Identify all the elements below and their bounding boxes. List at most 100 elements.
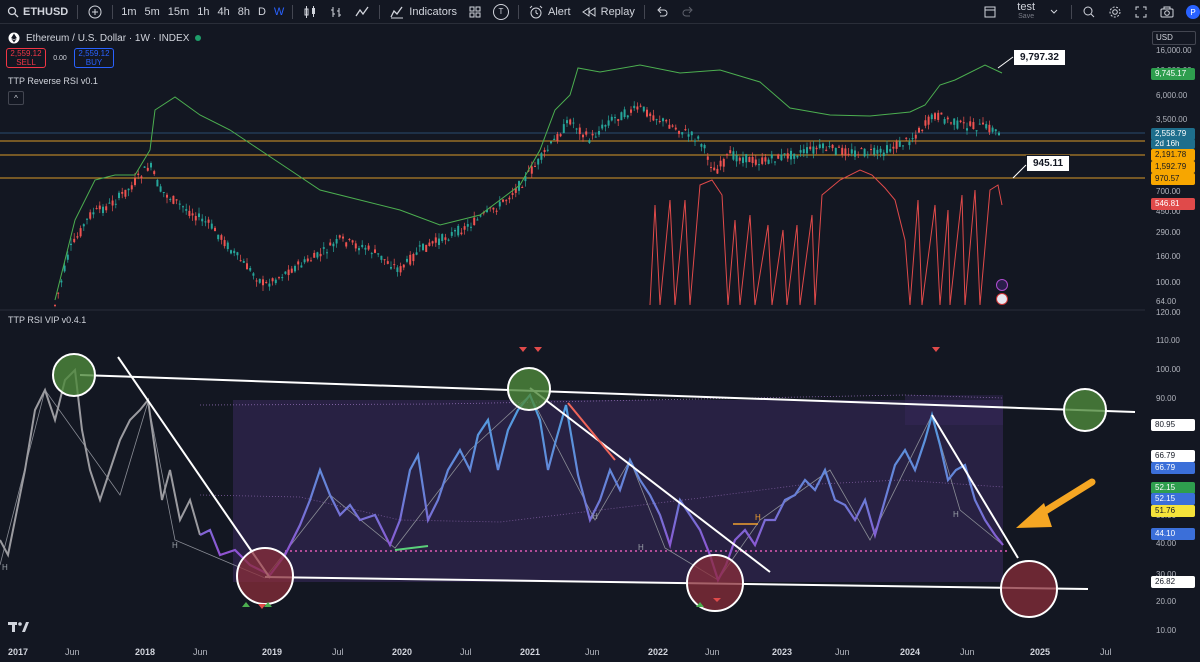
candle-body (681, 132, 684, 135)
sell-signal-marker (534, 347, 542, 352)
time-tick-label: Jun (960, 647, 975, 657)
candle-body (767, 159, 770, 164)
candle-body (889, 149, 892, 152)
candle-body (649, 113, 652, 117)
candle-body (230, 250, 232, 254)
candle-body (806, 147, 808, 154)
candle-body (399, 266, 402, 273)
candle-body (665, 120, 668, 122)
candle-body (300, 265, 303, 268)
candle-body (601, 124, 604, 129)
candle-body (780, 154, 783, 161)
candle-body (553, 138, 556, 141)
candle-body (655, 119, 658, 121)
time-tick-label: 2017 (8, 647, 29, 657)
candle-body (124, 189, 127, 197)
candle-body (236, 252, 239, 256)
candle-body (415, 252, 418, 255)
candle-body (719, 160, 722, 167)
time-tick-label: 2019 (262, 647, 283, 657)
candle-body (217, 234, 220, 240)
candle-body (383, 259, 386, 261)
candle-body (818, 144, 821, 149)
candle-body (511, 193, 514, 195)
candle-body (668, 124, 671, 129)
candle-body (966, 128, 968, 131)
candle-body (185, 209, 188, 211)
candle-body (918, 127, 920, 133)
candle-body (658, 121, 661, 123)
candle-body (265, 282, 268, 284)
candle-body (786, 153, 789, 159)
candlestick-series (54, 101, 1000, 308)
bar-countdown-label: 2d 16h (1151, 139, 1195, 149)
candle-body (614, 117, 616, 119)
candle-body (982, 122, 984, 125)
candle-body (972, 122, 975, 130)
candle-body (988, 124, 991, 133)
rsi-tick-label: 20.00 (1156, 597, 1177, 606)
candle-body (678, 130, 680, 134)
candle-body (156, 179, 159, 187)
time-tick-label: 2018 (135, 647, 156, 657)
candle-body (764, 157, 767, 162)
candle-body (790, 150, 792, 160)
candle-body (313, 252, 316, 258)
candle-body (450, 232, 453, 236)
candle-body (268, 283, 271, 287)
rsi-upper-trend-label: 80.95 (1151, 419, 1195, 431)
candle-body (694, 140, 696, 142)
pivot-label: H (755, 513, 761, 522)
candle-body (396, 267, 399, 272)
candle-body (89, 212, 92, 219)
rsi-value-label: 66.79 (1151, 462, 1195, 474)
flag-icon[interactable] (996, 293, 1008, 305)
candle-body (591, 133, 594, 136)
candle-body (937, 112, 940, 120)
rsi-tick-label: 10.00 (1156, 626, 1177, 635)
candle-body (274, 279, 277, 284)
candle-body (422, 243, 424, 251)
candle-body (153, 171, 156, 175)
candle-body (994, 129, 997, 132)
candle-body (572, 122, 575, 124)
candle-body (329, 242, 332, 246)
candle-body (943, 119, 946, 124)
candle-body (946, 117, 949, 120)
candle-body (626, 115, 629, 118)
candle-body (342, 236, 344, 239)
price-tick-label: 100.00 (1156, 278, 1181, 287)
candle-body (550, 141, 552, 144)
candle-body (82, 224, 85, 227)
candle-body (278, 277, 280, 279)
price-tick-label: 700.00 (1156, 187, 1181, 196)
time-tick-label: Jun (585, 647, 600, 657)
sell-signal-marker (519, 347, 527, 352)
candle-body (895, 141, 898, 149)
price-tick-label: 3,500.00 (1156, 115, 1188, 124)
lightning-icon[interactable] (996, 279, 1008, 291)
candle-body (882, 152, 885, 157)
candle-body (118, 192, 120, 199)
candle-body (886, 145, 888, 153)
candle-body (905, 137, 908, 139)
candle-body (953, 118, 956, 125)
candle-body (169, 199, 172, 201)
candle-body (194, 215, 197, 221)
red-line-price-label: 546.81 (1151, 198, 1195, 210)
candle-body (914, 134, 917, 139)
tradingview-logo[interactable] (8, 620, 30, 637)
candle-body (828, 146, 831, 148)
candle-body (508, 197, 511, 200)
chart-canvas[interactable] (0, 0, 1200, 662)
candle-body (134, 178, 136, 185)
candle-body (444, 237, 447, 240)
pivot-label: H (953, 510, 959, 519)
price-tick-label: 290.00 (1156, 228, 1181, 237)
candle-body (358, 248, 360, 251)
candle-body (950, 122, 952, 124)
currency-selector[interactable]: USD (1152, 31, 1196, 45)
candle-body (473, 217, 476, 226)
candle-body (137, 173, 140, 175)
candle-body (86, 218, 88, 220)
